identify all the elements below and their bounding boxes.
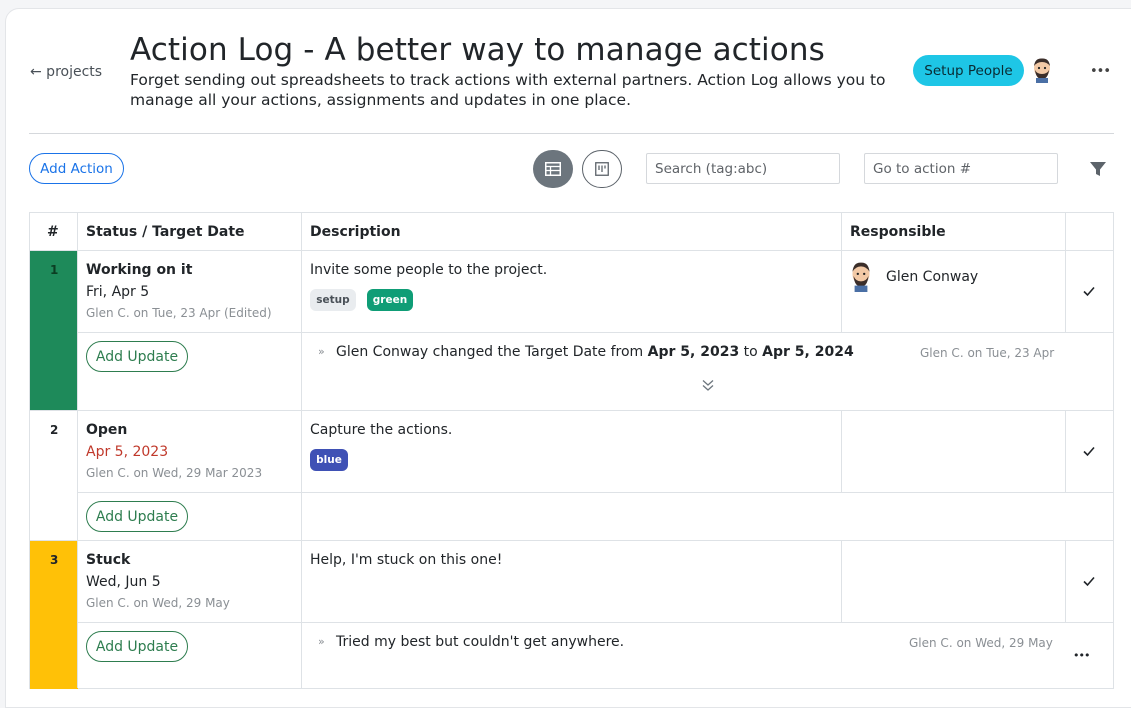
- action-meta: Glen C. on Wed, 29 Mar 2023: [86, 466, 263, 480]
- header-divider-line: [30, 250, 1113, 251]
- update-bullet: »: [318, 345, 325, 358]
- header-divider: [29, 133, 1114, 134]
- target-date[interactable]: Apr 5, 2023: [86, 444, 168, 460]
- complete-check-icon[interactable]: [1082, 444, 1096, 458]
- action-description[interactable]: Help, I'm stuck on this one!: [310, 552, 502, 568]
- row-divider: [30, 540, 1113, 541]
- col-divider: [841, 411, 842, 493]
- complete-check-icon[interactable]: [1082, 574, 1096, 588]
- page-title: Action Log - A better way to manage acti…: [130, 32, 825, 68]
- col-divider: [301, 213, 302, 688]
- target-date[interactable]: Wed, Jun 5: [86, 574, 161, 590]
- col-divider: [1065, 541, 1066, 623]
- target-date[interactable]: Fri, Apr 5: [86, 284, 149, 300]
- action-number[interactable]: 3: [50, 553, 58, 567]
- setup-people-button[interactable]: Setup People: [913, 55, 1024, 86]
- tag-blue[interactable]: blue: [310, 449, 348, 471]
- filter-icon[interactable]: [1089, 160, 1107, 178]
- add-update-button[interactable]: Add Update: [86, 341, 188, 372]
- col-divider: [1065, 411, 1066, 493]
- update-meta: Glen C. on Wed, 29 May: [909, 636, 1053, 650]
- action-status[interactable]: Stuck: [86, 552, 130, 568]
- row-divider: [78, 622, 1113, 623]
- complete-check-icon[interactable]: [1082, 284, 1096, 298]
- update-meta: Glen C. on Tue, 23 Apr: [920, 346, 1055, 360]
- update-text: Glen Conway changed the Target Date from…: [336, 344, 854, 360]
- kanban-icon: [595, 162, 609, 176]
- action-description[interactable]: Capture the actions.: [310, 422, 452, 438]
- action-number[interactable]: 2: [50, 423, 58, 437]
- update-text: Tried my best but couldn't get anywhere.: [336, 634, 625, 650]
- action-meta: Glen C. on Wed, 29 May: [86, 596, 230, 610]
- actions-table: # Status / Target Date Description Respo…: [29, 212, 1114, 689]
- board-view-button[interactable]: [582, 150, 622, 188]
- column-header-description: Description: [310, 224, 401, 240]
- action-status[interactable]: Working on it: [86, 262, 192, 278]
- user-avatar[interactable]: [1030, 57, 1054, 83]
- table-view-button[interactable]: [533, 150, 573, 188]
- table-icon: [545, 162, 561, 176]
- col-divider: [841, 213, 842, 251]
- row-divider: [30, 410, 1113, 411]
- col-divider: [841, 251, 842, 333]
- add-action-button[interactable]: Add Action: [29, 153, 124, 184]
- action-meta: Glen C. on Tue, 23 Apr (Edited): [86, 306, 272, 320]
- row-divider: [78, 492, 1113, 493]
- update-more-icon[interactable]: •••: [1073, 649, 1090, 662]
- tag-setup[interactable]: setup: [310, 289, 356, 311]
- col-divider: [841, 541, 842, 623]
- col-divider: [77, 213, 78, 688]
- back-to-projects-link[interactable]: ← projects: [30, 64, 102, 80]
- add-update-button[interactable]: Add Update: [86, 501, 188, 532]
- col-divider: [1065, 251, 1066, 333]
- responsible-name[interactable]: Glen Conway: [886, 269, 978, 285]
- add-update-button[interactable]: Add Update: [86, 631, 188, 662]
- col-divider: [1065, 213, 1066, 251]
- row-divider: [78, 332, 1113, 333]
- expand-updates-icon[interactable]: [701, 378, 715, 392]
- action-status[interactable]: Open: [86, 422, 127, 438]
- responsible-avatar: [852, 262, 870, 292]
- go-to-action-input[interactable]: [864, 153, 1058, 184]
- update-bullet: »: [318, 635, 325, 648]
- action-description[interactable]: Invite some people to the project.: [310, 262, 547, 278]
- column-header-number: #: [47, 224, 59, 240]
- more-options-icon[interactable]: •••: [1090, 64, 1111, 80]
- column-header-status: Status / Target Date: [86, 224, 245, 240]
- tag-green[interactable]: green: [367, 289, 413, 311]
- page-subtitle: Forget sending out spreadsheets to track…: [130, 71, 886, 109]
- column-header-responsible: Responsible: [850, 224, 946, 240]
- search-input[interactable]: [646, 153, 840, 184]
- action-number[interactable]: 1: [50, 263, 58, 277]
